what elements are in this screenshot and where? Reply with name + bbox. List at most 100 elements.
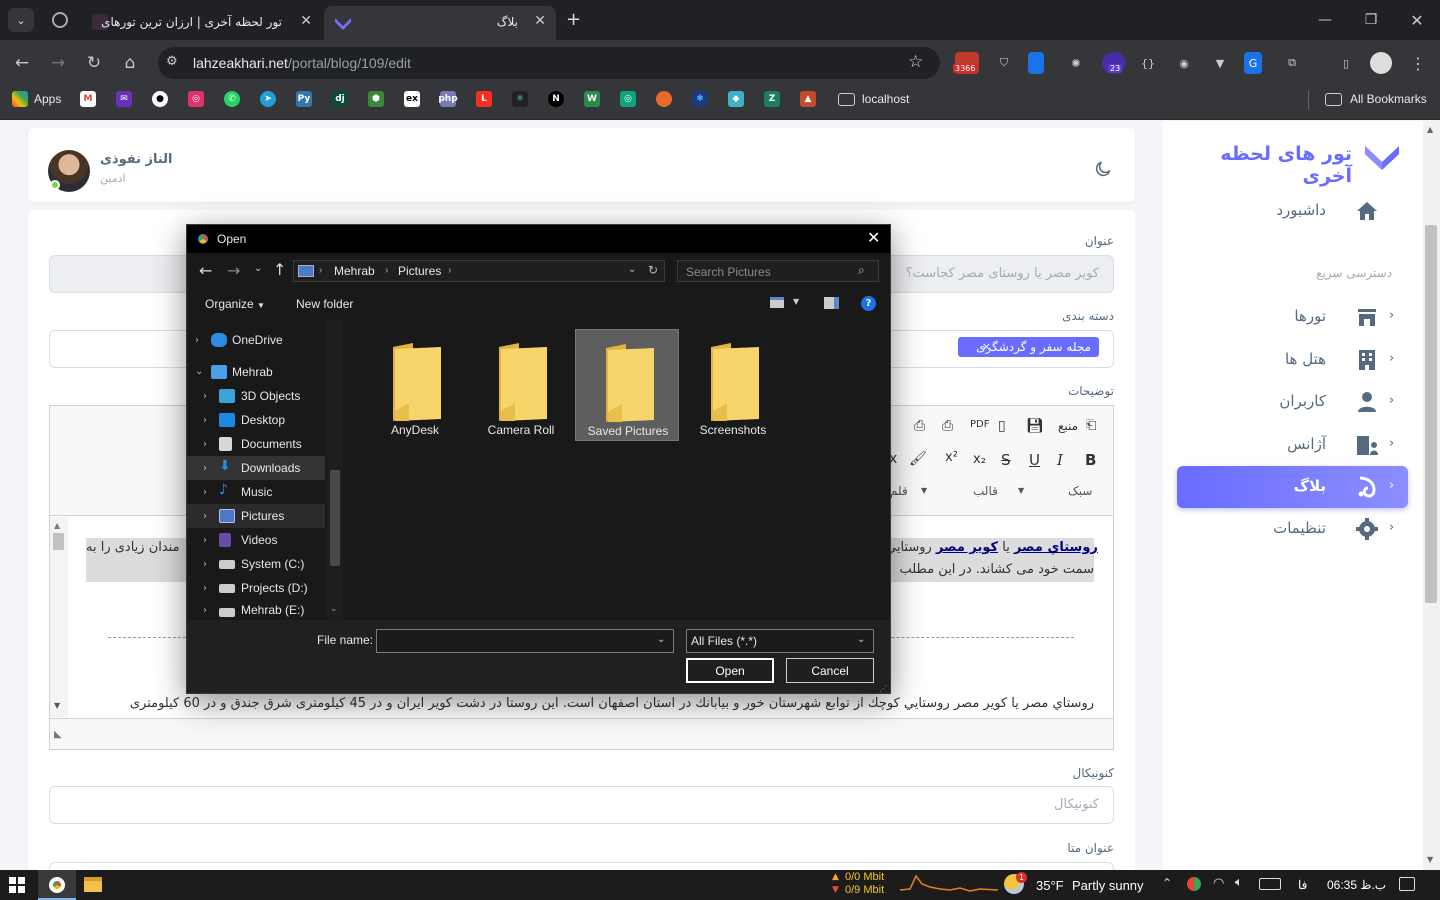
tree-item-3d-objects[interactable]: › 3D Objects [187, 384, 325, 408]
apps-grid-icon[interactable] [12, 91, 28, 107]
tree-item-drive-d[interactable]: › Projects (D:) [187, 576, 325, 600]
site-info-icon[interactable]: ⚙ [166, 54, 178, 69]
style-dropdown[interactable]: سبک [1068, 484, 1092, 498]
close-tab-icon[interactable]: ✕ [300, 13, 312, 29]
italic-icon[interactable]: I [1057, 451, 1063, 469]
wifi-icon[interactable]: ◠ [1213, 876, 1224, 891]
tree-item-videos[interactable]: › Videos [187, 528, 325, 552]
bookmark-localhost[interactable]: localhost [862, 92, 909, 106]
github-icon[interactable]: ● [152, 91, 168, 107]
cube-icon[interactable]: ◆ [728, 91, 744, 107]
profile-avatar[interactable] [1370, 52, 1392, 74]
gmail-icon[interactable]: M [80, 91, 96, 107]
tree-item-music[interactable]: › ♪ Music [187, 480, 325, 504]
tab-inactive[interactable]: تور لحظه آخری | ارزان ترین تورهای ✕ [82, 6, 322, 40]
organize-button[interactable]: Organize ▼ [205, 297, 265, 311]
weather-desc[interactable]: Partly sunny [1072, 878, 1144, 893]
dialog-close-icon[interactable]: ✕ [867, 228, 880, 247]
scroll-down-icon[interactable]: ⌄ [330, 604, 338, 614]
chevron-down-icon[interactable]: ⌄ [857, 634, 865, 645]
folder-camera-roll[interactable]: Camera Roll [469, 329, 573, 441]
link-text[interactable]: کوير مصر [936, 540, 998, 555]
bookmark-apps[interactable]: Apps [34, 92, 61, 106]
refresh-icon[interactable]: ↻ [648, 263, 658, 277]
up-folder-icon[interactable]: ↑ [273, 260, 286, 279]
page-scrollbar[interactable]: ▲ ▼ [1423, 121, 1440, 870]
folder-saved-pictures[interactable]: Saved Pictures [575, 329, 679, 441]
preview-pane-icon[interactable] [824, 297, 839, 309]
bold-icon[interactable]: B [1085, 451, 1096, 469]
zustand-z-icon[interactable]: Z [764, 91, 780, 107]
sidebar-item-dashboard[interactable]: داشبورد [1177, 190, 1408, 232]
open-button[interactable]: Open [686, 658, 774, 683]
minimize-button[interactable]: — [1302, 0, 1348, 40]
tree-item-drive-c[interactable]: › System (C:) [187, 552, 325, 576]
font-dropdown[interactable]: قلم [890, 484, 908, 498]
subscript-icon[interactable]: x₂ [973, 452, 986, 467]
resize-handle-icon[interactable]: ◣ [54, 729, 62, 740]
yahoo-icon[interactable]: ✉ [116, 91, 132, 107]
category-tag[interactable]: مجله سفر و گردشگری [958, 337, 1099, 357]
bookmark-star-icon[interactable]: ☆ [908, 52, 923, 72]
file-type-select[interactable]: All Files (*.*) ⌄ [686, 629, 874, 653]
strikethrough-icon[interactable]: S [1001, 451, 1011, 469]
cancel-button[interactable]: Cancel [786, 658, 874, 683]
notifications-extension-icon[interactable]: 23 [1102, 52, 1126, 74]
json-extension-icon[interactable]: {} [1136, 52, 1160, 74]
instagram-icon[interactable]: ◎ [188, 91, 204, 107]
docs-extension-icon[interactable] [1028, 52, 1044, 74]
windows-start-icon[interactable] [9, 877, 25, 893]
scroll-down-icon[interactable]: ▼ [1427, 855, 1433, 864]
express-icon[interactable]: ex [404, 91, 420, 107]
print-icon[interactable]: ⎙ [914, 418, 925, 434]
tab-active[interactable]: بلاگ ✕ [324, 6, 556, 40]
breadcrumb-pictures[interactable]: Pictures [398, 264, 441, 278]
nodejs-icon[interactable]: ⬢ [368, 91, 384, 107]
shield-icon[interactable]: ⛉ [992, 52, 1016, 74]
link-text[interactable]: روستاي مصر [1014, 540, 1098, 555]
save-icon[interactable]: 💾︎ [1026, 418, 1044, 434]
menu-dots-icon[interactable]: ⋮ [1406, 52, 1430, 74]
canonical-input[interactable]: کنونیکال [49, 786, 1114, 824]
reload-button[interactable]: ↻ [80, 50, 108, 76]
django-icon[interactable]: dj [332, 91, 348, 107]
tree-item-onedrive[interactable]: › OneDrive [187, 328, 325, 352]
side-panel-icon[interactable]: ▯ [1334, 52, 1358, 74]
camera-extension-icon[interactable]: ◉ [1172, 52, 1196, 74]
sidebar-item-blog[interactable]: بلاگ › [1177, 466, 1408, 508]
extension-counter-icon[interactable]: 3366 [953, 52, 979, 74]
sidebar-item-tours[interactable]: تورها › [1177, 296, 1408, 338]
sidebar-item-agency[interactable]: آژانس › [1177, 424, 1408, 466]
source-button[interactable]: منبع [1058, 419, 1078, 433]
editor-scrollbar[interactable]: ▲ ▼ [50, 517, 68, 717]
search-input[interactable]: Search Pictures ⌕ [677, 260, 879, 282]
tray-chevron-icon[interactable]: ⌃ [1162, 876, 1172, 890]
react-icon[interactable]: ⚛ [512, 91, 528, 107]
php-icon[interactable]: php [438, 91, 458, 107]
clock[interactable]: 06:35 ب.ظ [1327, 878, 1386, 892]
export-pdf-icon[interactable]: PDF [970, 419, 989, 430]
file-explorer-icon[interactable] [84, 877, 102, 892]
recent-locations-icon[interactable]: ⌄ [254, 263, 262, 274]
close-window-button[interactable]: ✕ [1394, 0, 1440, 40]
extensions-puzzle-icon[interactable]: ⧉ [1280, 52, 1304, 74]
notification-center-icon[interactable] [1399, 877, 1415, 891]
laravel-icon[interactable]: L [476, 91, 492, 107]
tray-app-icon[interactable] [1187, 877, 1201, 891]
folder-icon[interactable] [838, 93, 855, 106]
tab-search-button[interactable]: ⌄ [8, 8, 34, 32]
openai-icon[interactable]: ◎ [620, 91, 636, 107]
address-bar[interactable]: ⚙ lahzeakhari.net/portal/blog/109/edit ☆ [158, 47, 940, 79]
vue-devtools-icon[interactable]: ▼ [1208, 52, 1232, 74]
nextjs-icon[interactable]: N [548, 91, 564, 107]
forward-button[interactable]: → [44, 50, 72, 76]
volume-icon[interactable]: 🔈︎ [1235, 875, 1243, 890]
translate-extension-icon[interactable]: G [1244, 52, 1262, 74]
whatsapp-icon[interactable]: ✆ [224, 91, 240, 107]
scroll-thumb[interactable] [53, 533, 64, 550]
tree-item-drive-e[interactable]: › Mehrab (E:) [187, 600, 325, 620]
tree-item-pictures[interactable]: › Pictures [187, 504, 325, 528]
bookmark-orange-icon[interactable] [656, 91, 672, 107]
preview-icon[interactable]: ⎙ [942, 418, 953, 434]
python-icon[interactable]: Py [296, 91, 312, 107]
